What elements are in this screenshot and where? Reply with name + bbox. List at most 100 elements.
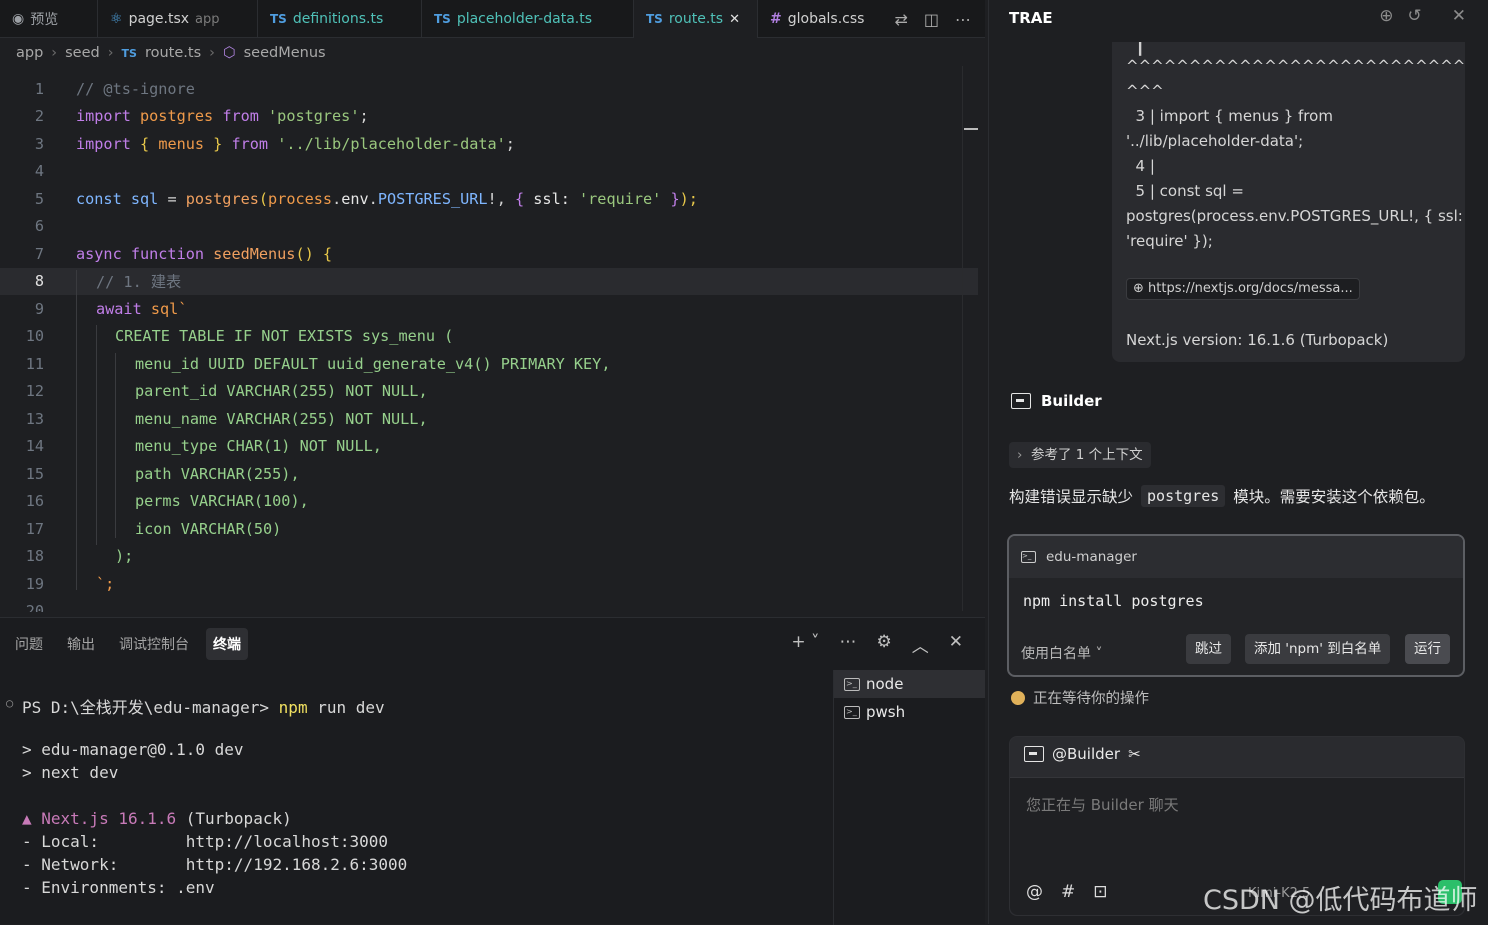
tools-icon: ✂ xyxy=(1128,745,1141,763)
builder-header: Builder xyxy=(1011,392,1102,410)
error-line: '../lib/placeholder-data'; xyxy=(1126,132,1304,150)
code-line: 18); xyxy=(25,547,134,566)
new-chat-icon[interactable]: ⊕ xyxy=(1379,6,1393,26)
code-line: 4 xyxy=(34,162,44,181)
breadcrumb-seedmenus[interactable]: seedMenus xyxy=(244,45,326,61)
history-icon[interactable]: ↺ xyxy=(1408,6,1422,26)
code-line: 15 path VARCHAR(255), xyxy=(25,464,300,483)
context-reference[interactable]: › 参考了 1 个上下文 xyxy=(1009,442,1151,468)
skip-button[interactable]: 跳过 xyxy=(1186,634,1231,664)
globe-icon: ⊕ xyxy=(1133,281,1144,296)
watermark: CSDN @低代码布道师 xyxy=(1203,885,1478,916)
tab-output[interactable]: 输出 xyxy=(60,628,102,660)
command-card: >_ edu-manager npm install postgres 使用白名单… xyxy=(1007,534,1465,677)
mention-icon[interactable]: @ xyxy=(1026,882,1043,902)
hash-icon[interactable]: # xyxy=(1061,882,1075,902)
close-icon[interactable]: ✕ xyxy=(1452,6,1466,26)
code-line: 14 menu_type CHAR(1) NOT NULL, xyxy=(25,437,382,456)
terminal-line: > next dev xyxy=(22,763,119,782)
trae-actions: ⊕ ↺ ✕ xyxy=(1379,6,1466,26)
add-whitelist-button[interactable]: 添加 'npm' 到白名单 xyxy=(1245,634,1391,664)
close-icon[interactable]: ✕ xyxy=(949,632,963,657)
error-line: ^^^ xyxy=(1126,82,1164,100)
chevron-right-icon: › xyxy=(1017,447,1023,463)
react-icon: ⚛ xyxy=(110,11,123,27)
next-version: Next.js version: 16.1.6 (Turbopack) xyxy=(1126,331,1389,349)
code-line: 17 icon VARCHAR(50) xyxy=(25,519,282,538)
code-line: 19 `; xyxy=(25,574,115,593)
whitelist-dropdown[interactable]: 使用白名单 ˅ xyxy=(1021,643,1102,663)
breadcrumb-route[interactable]: route.ts xyxy=(145,45,201,61)
breadcrumb-seed[interactable]: seed xyxy=(65,45,100,61)
code-editor[interactable]: 1// @ts-ignore 2 import postgres from 'po… xyxy=(0,75,978,612)
terminal-turbopack: (Turbopack) xyxy=(176,809,292,828)
terminal-icon: >_ xyxy=(844,677,860,691)
editor-area: ◉ 预览 ⚛ page.tsx app TS definitions.ts TS plac… xyxy=(0,0,985,925)
indent-guide xyxy=(115,353,116,538)
tab-globals-css[interactable]: # globals.css xyxy=(758,0,878,38)
code-line-current: 8// 1. 建表 xyxy=(0,267,978,295)
code-line: 10 CREATE TABLE IF NOT EXISTS sys_menu ( xyxy=(25,327,454,346)
terminal-list: >_ node >_ pwsh xyxy=(833,670,985,925)
terminal-output[interactable]: ○ PS D:\全栈开发\edu-manager> npm run dev > … xyxy=(0,688,832,925)
error-line: postgres(process.env.POSTGRES_URL!, { ss… xyxy=(1126,207,1463,225)
chat-placeholder: 您正在与 Builder 聊天 xyxy=(1026,796,1179,814)
terminal-line: - Network: http://192.168.2.6:3000 xyxy=(22,855,408,874)
image-icon[interactable]: ⊡ xyxy=(1093,882,1107,902)
panel-title: TRAE xyxy=(1009,9,1053,27)
chevron-down-icon: ˅ xyxy=(1095,646,1103,662)
terminal-icon: >_ xyxy=(844,705,860,719)
code-line: 2 import postgres from 'postgres'; xyxy=(34,107,369,126)
command-card-header: >_ edu-manager xyxy=(1009,536,1463,578)
breadcrumb-app[interactable]: app xyxy=(16,45,43,61)
tab-preview[interactable]: ◉ 预览 xyxy=(0,0,98,38)
scroll-marker xyxy=(964,128,978,130)
code-line: 7 async function seedMenus() { xyxy=(34,244,333,263)
add-terminal-icon[interactable]: + ˅ xyxy=(791,632,819,657)
split-editor-icon[interactable]: ◫ xyxy=(924,10,939,29)
assistant-message: 构建错误显示缺少 postgres 模块。需要安装这个依赖包。 xyxy=(1009,485,1435,507)
terminal-next-version: ▲ Next.js 16.1.6 xyxy=(22,809,177,828)
more-icon[interactable]: ⋯ xyxy=(840,632,857,657)
terminal-line: - Local: http://localhost:3000 xyxy=(22,832,389,851)
terminal-icon: >_ xyxy=(1021,551,1036,563)
compare-icon[interactable]: ⇄ xyxy=(894,10,907,29)
panel-actions: + ˅ ⋯ ⚙ ︿ ✕ xyxy=(791,632,963,657)
tab-definitions-ts[interactable]: TS definitions.ts xyxy=(258,0,422,38)
docs-link[interactable]: ⊕ https://nextjs.org/docs/messa... xyxy=(1126,278,1360,300)
terminal-item-pwsh[interactable]: >_ pwsh xyxy=(834,698,985,726)
terminal-item-node[interactable]: >_ node xyxy=(834,670,985,698)
code-line: 11 menu_id UUID DEFAULT uuid_generate_v4(… xyxy=(25,354,611,373)
chevron-right-icon: › xyxy=(209,45,215,61)
tab-placeholder-data-ts[interactable]: TS placeholder-data.ts xyxy=(422,0,634,38)
run-button[interactable]: 运行 xyxy=(1405,634,1450,664)
code-line: 16 perms VARCHAR(100), xyxy=(25,492,309,511)
tab-route-ts[interactable]: TS route.ts ✕ xyxy=(634,0,758,38)
builder-icon xyxy=(1011,393,1031,409)
error-line: 'require' }); xyxy=(1126,232,1213,250)
error-message-box: ┃ ^^^^^^^^^^^^^^^^^^^^^^^^^^^^^ ^^^ 3 | … xyxy=(1112,42,1465,362)
tab-page-tsx[interactable]: ⚛ page.tsx app xyxy=(98,0,258,38)
chevron-right-icon: › xyxy=(51,45,58,61)
more-icon[interactable]: ⋯ xyxy=(955,10,971,29)
terminal-args: run dev xyxy=(307,698,385,717)
settings-icon[interactable]: ⚙ xyxy=(877,632,892,657)
breadcrumb: app › seed › TS route.ts › ⬡ seedMenus xyxy=(0,38,985,68)
command-text: npm install postgres xyxy=(1023,592,1204,610)
agent-selector[interactable]: @Builder ✂ xyxy=(1024,745,1141,763)
tab-terminal[interactable]: 终端 xyxy=(206,628,248,660)
terminal-prompt: PS D:\全栈开发\edu-manager> xyxy=(22,698,279,717)
circle-icon: ○ xyxy=(6,696,14,710)
tab-debug-console[interactable]: 调试控制台 xyxy=(112,628,196,660)
code-line: 3 import { menus } from '../lib/placehold… xyxy=(34,134,515,153)
tab-problems[interactable]: 问题 xyxy=(8,628,50,660)
maximize-icon[interactable]: ︿ xyxy=(912,632,929,657)
command-actions: 使用白名单 ˅ xyxy=(1009,634,1463,672)
terminal-command: npm xyxy=(278,698,308,717)
waiting-status: 正在等待你的操作 xyxy=(1011,687,1149,708)
trae-panel: TRAE ⊕ ↺ ✕ ┃ ^^^^^^^^^^^^^^^^^^^^^^^^^^^… xyxy=(988,0,1488,924)
close-icon[interactable]: ✕ xyxy=(729,12,740,27)
code-line: 5 const sql = postgres(process.env.POSTGR… xyxy=(34,189,698,208)
editor-scrollbar[interactable] xyxy=(962,66,963,611)
chat-tools: @ # ⊡ xyxy=(1026,882,1108,902)
